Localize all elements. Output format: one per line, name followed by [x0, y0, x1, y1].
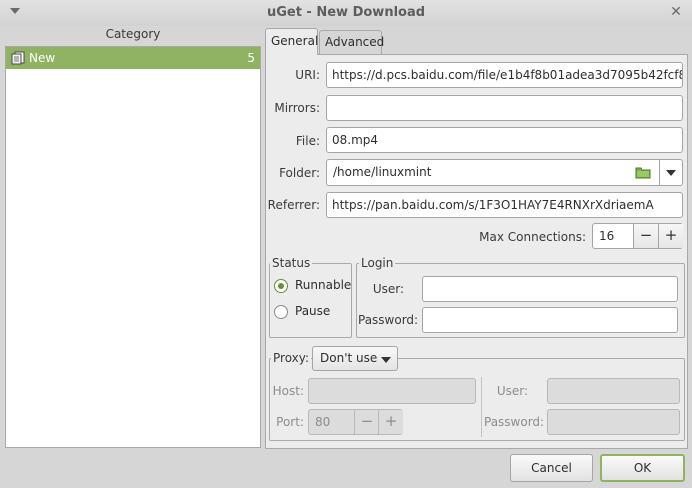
cancel-button[interactable]: Cancel: [510, 454, 593, 482]
title-bar: uGet - New Download ✕: [0, 0, 692, 26]
max-connections-spinner[interactable]: 16 − +: [592, 223, 683, 249]
proxy-port-label: Port:: [276, 415, 304, 429]
status-group: [269, 263, 352, 338]
max-connections-label: Max Connections:: [479, 230, 586, 244]
chevron-down-icon: [381, 357, 391, 363]
file-label: File:: [295, 134, 320, 148]
folder-combo[interactable]: /home/linuxmint: [326, 159, 683, 186]
pause-radio[interactable]: [274, 305, 288, 319]
port-decrement-button[interactable]: −: [354, 410, 379, 434]
uri-input[interactable]: https://d.pcs.baidu.com/file/e1b4f8b01ad…: [326, 62, 683, 88]
proxy-password-input[interactable]: [547, 409, 680, 435]
proxy-label: Proxy:: [271, 351, 312, 365]
category-item-count: 5: [247, 51, 255, 65]
mirrors-input[interactable]: [326, 95, 683, 121]
proxy-host-input[interactable]: [308, 378, 476, 404]
uri-label: URI:: [295, 68, 320, 82]
folder-value: /home/linuxmint: [333, 165, 432, 179]
ok-button[interactable]: OK: [600, 454, 685, 482]
port-increment-button[interactable]: +: [378, 410, 403, 434]
login-user-label: User:: [372, 282, 404, 296]
close-icon[interactable]: ✕: [668, 4, 684, 20]
category-header: Category: [105, 27, 161, 41]
category-list: New 5: [5, 46, 261, 448]
proxy-password-label: Password:: [484, 415, 545, 429]
referrer-label: Referrer:: [267, 198, 320, 212]
login-user-input[interactable]: [422, 276, 678, 302]
tab-advanced[interactable]: Advanced: [319, 30, 384, 54]
tab-general[interactable]: General: [265, 28, 318, 55]
login-group-label: Login: [359, 256, 396, 270]
runnable-radio[interactable]: [274, 279, 288, 293]
folder-combo-separator: [659, 160, 660, 185]
increment-button[interactable]: +: [658, 224, 683, 248]
proxy-port-spinner[interactable]: 80 − +: [308, 409, 403, 435]
status-group-label: Status: [270, 256, 313, 270]
category-icon: [11, 51, 25, 65]
mirrors-label: Mirrors:: [274, 101, 320, 115]
login-password-input[interactable]: [422, 307, 678, 333]
window-title: uGet - New Download: [266, 5, 426, 20]
folder-icon[interactable]: [635, 166, 651, 179]
file-input[interactable]: 08.mp4: [326, 127, 683, 153]
proxy-user-input[interactable]: [547, 378, 680, 404]
max-connections-value[interactable]: 16: [599, 229, 614, 243]
login-password-label: Password:: [358, 313, 419, 327]
chevron-down-icon[interactable]: [666, 170, 676, 176]
category-item-label: New: [29, 51, 56, 65]
proxy-divider: [481, 377, 482, 437]
pause-label[interactable]: Pause: [295, 304, 330, 318]
category-item-new[interactable]: New 5: [6, 47, 260, 69]
proxy-port-value[interactable]: 80: [315, 415, 330, 429]
proxy-type-dropdown[interactable]: Don't use: [312, 346, 398, 371]
folder-label: Folder:: [279, 166, 320, 180]
runnable-label[interactable]: Runnable: [295, 278, 351, 292]
decrement-button[interactable]: −: [633, 224, 658, 248]
referrer-input[interactable]: https://pan.baidu.com/s/1F3O1HAY7E4RNXrX…: [326, 192, 683, 218]
proxy-host-label: Host:: [272, 384, 304, 398]
proxy-user-label: User:: [496, 384, 528, 398]
proxy-type-value: Don't use: [320, 351, 378, 365]
